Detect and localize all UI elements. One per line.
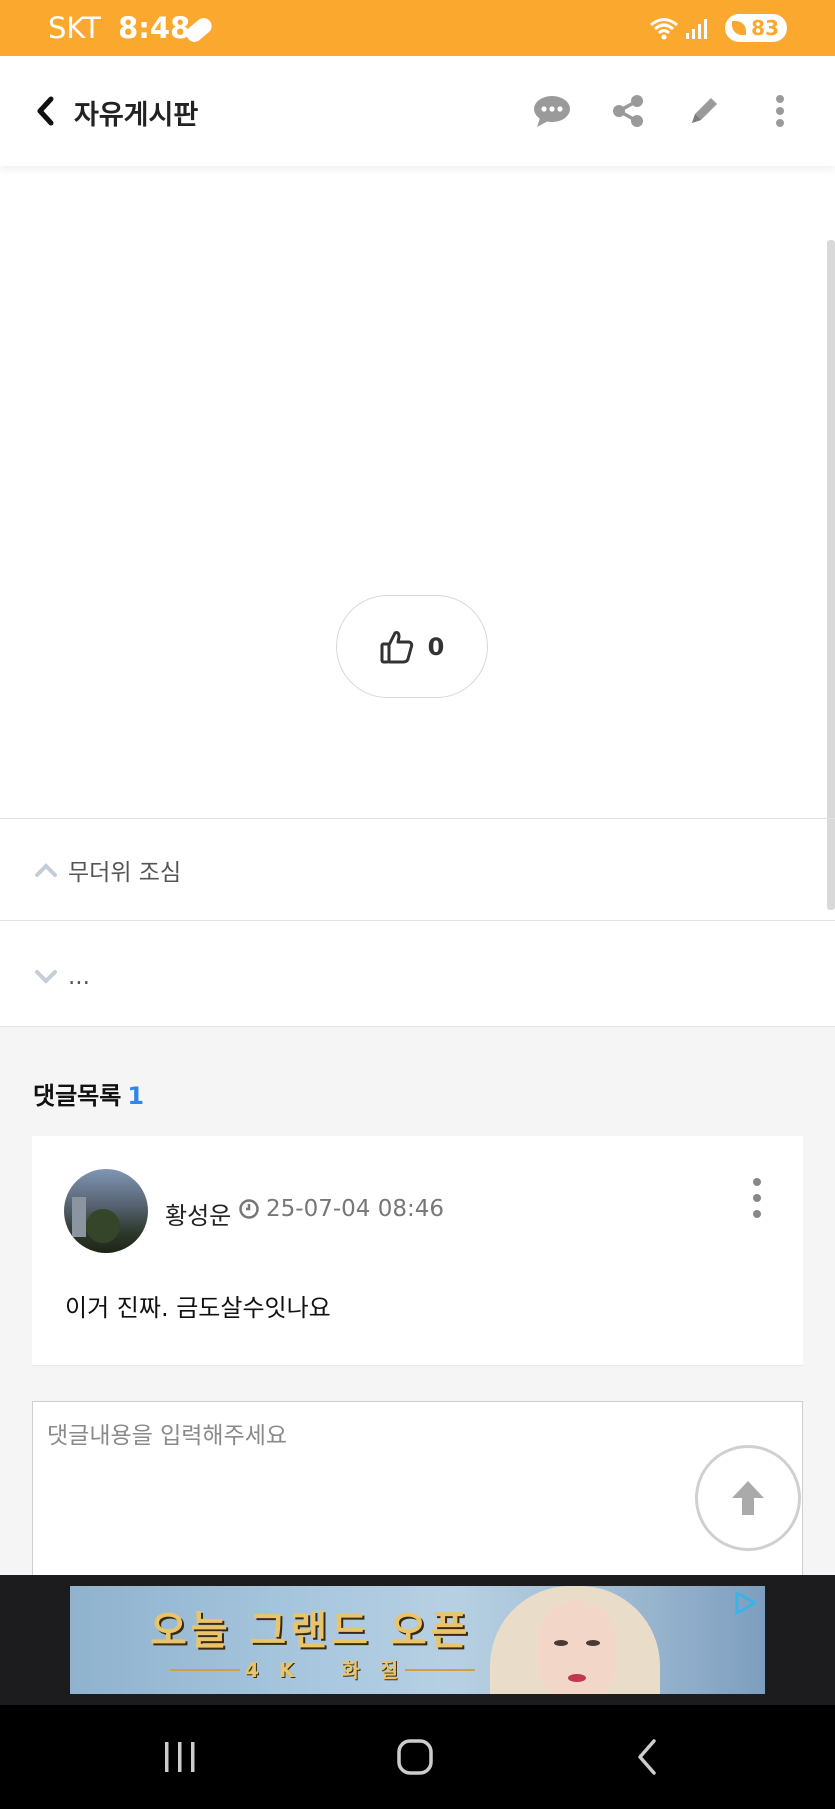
system-back-icon — [638, 1739, 656, 1775]
comment-text: 이거 진짜. 금도살수잇나요 — [65, 1294, 331, 1322]
chat-icon — [534, 96, 570, 127]
signal-icon — [686, 19, 707, 39]
clock-icon — [239, 1199, 259, 1219]
like-count: 0 — [427, 632, 445, 661]
battery-indicator: 83 — [725, 14, 787, 42]
prev-post-title: 무더위 조심 — [68, 860, 182, 886]
comments-button[interactable] — [527, 86, 577, 136]
home-button[interactable] — [393, 1735, 437, 1779]
edit-button[interactable] — [679, 86, 729, 136]
recent-apps-button[interactable] — [160, 1735, 200, 1779]
ad-character-image — [490, 1586, 660, 1694]
page-title: 자유게시판 — [74, 100, 199, 131]
leaf-icon — [732, 21, 746, 35]
status-left: SKT 8:48 — [48, 13, 190, 43]
wifi-icon — [650, 18, 678, 40]
more-vertical-icon — [776, 95, 784, 127]
battery-level: 83 — [751, 16, 779, 40]
ad-eye — [554, 1640, 568, 1646]
prev-post-link[interactable]: 무더위 조심 — [0, 820, 835, 920]
like-button[interactable]: 0 — [336, 595, 488, 698]
comment-meta: 25-07-04 08:46 — [238, 1196, 444, 1222]
pencil-icon — [692, 98, 717, 123]
recent-apps-icon — [165, 1742, 195, 1772]
share-icon — [613, 95, 643, 127]
back-button[interactable] — [28, 91, 64, 131]
avatar[interactable] — [64, 1169, 148, 1253]
comment-more-button[interactable] — [747, 1178, 767, 1218]
ad-bar: 오늘 그랜드 오픈 4K 화질 — [0, 1575, 835, 1705]
system-back-button[interactable] — [632, 1735, 662, 1779]
divider — [0, 818, 835, 819]
thumbs-up-icon — [380, 630, 413, 663]
comment-input-box — [32, 1401, 803, 1581]
divider — [0, 920, 835, 921]
comment-item: 황성운 25-07-04 08:46 이거 진짜. 금도살수잇나요 — [32, 1136, 803, 1366]
system-nav-bar — [0, 1705, 835, 1809]
dot — [753, 1194, 761, 1202]
scroll-top-button[interactable] — [695, 1445, 801, 1551]
chevron-down-icon — [35, 970, 57, 984]
next-post-link[interactable]: ... — [0, 927, 835, 1027]
comments-heading: 댓글목록 1 — [33, 1076, 144, 1111]
back-icon — [37, 96, 54, 126]
ad-lips — [568, 1674, 586, 1682]
comment-datetime: 25-07-04 08:46 — [266, 1196, 444, 1222]
carrier-label: SKT — [48, 11, 101, 45]
comment-author[interactable]: 황성운 — [165, 1196, 231, 1231]
chevron-up-icon — [35, 863, 57, 877]
status-bar: SKT 8:48 83 — [0, 0, 835, 56]
arrow-up-icon — [732, 1481, 764, 1515]
ad-subtitle: 4K 화질 — [245, 1658, 419, 1682]
home-icon — [397, 1739, 433, 1775]
avatar-building — [72, 1197, 86, 1237]
comment-input[interactable] — [33, 1402, 802, 1581]
app-header: 자유게시판 — [0, 56, 835, 166]
ad-rule — [405, 1669, 475, 1671]
more-button[interactable] — [755, 86, 805, 136]
share-button[interactable] — [603, 86, 653, 136]
next-post-title: ... — [68, 964, 90, 990]
ad-rule — [170, 1669, 240, 1671]
dot — [753, 1178, 761, 1186]
comment-count: 1 — [127, 1082, 145, 1110]
avatar-tree — [86, 1209, 120, 1243]
ad-banner[interactable]: 오늘 그랜드 오픈 4K 화질 — [70, 1586, 765, 1694]
dot — [753, 1210, 761, 1218]
scrollbar[interactable] — [827, 240, 835, 910]
comments-heading-label: 댓글목록 — [33, 1082, 122, 1110]
ad-choices-icon[interactable] — [733, 1590, 759, 1616]
ad-eye — [586, 1640, 600, 1646]
ad-title: 오늘 그랜드 오픈 — [150, 1607, 472, 1654]
clock: 8:48 — [118, 11, 191, 45]
